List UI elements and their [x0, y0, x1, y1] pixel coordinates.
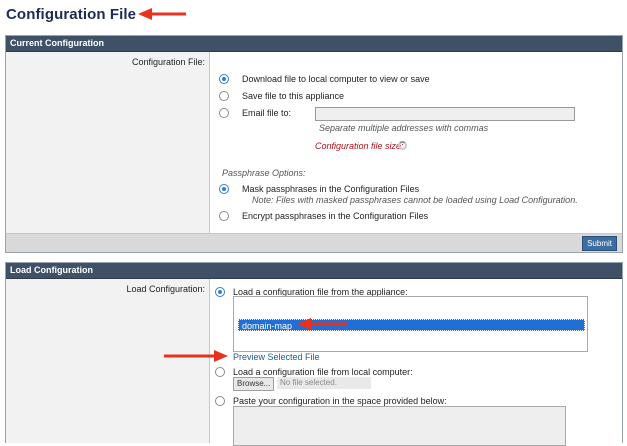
- annotation-arrow-icon: [297, 318, 347, 330]
- mask-passphrases-label[interactable]: Mask passphrases in the Configuration Fi…: [242, 184, 419, 194]
- load-configuration-header: Load Configuration: [6, 263, 622, 279]
- mask-passphrases-note: Note: Files with masked passphrases cann…: [252, 195, 578, 205]
- email-hint: Separate multiple addresses with commas: [319, 123, 489, 133]
- load-configuration-label: Load Configuration:: [126, 284, 205, 294]
- no-file-selected-text: No file selected.: [277, 377, 371, 389]
- loading-spinner-icon: [398, 141, 407, 150]
- load-from-local-label[interactable]: Load a configuration file from local com…: [233, 367, 413, 377]
- configuration-file-label-cell: Configuration File:: [6, 52, 210, 234]
- email-address-input[interactable]: [315, 107, 575, 121]
- load-from-appliance-radio[interactable]: [215, 287, 225, 297]
- file-size-label: Configuration file size:: [315, 141, 404, 151]
- email-file-radio[interactable]: [219, 108, 229, 118]
- load-from-local-radio[interactable]: [215, 367, 225, 377]
- annotation-arrow-icon: [138, 8, 186, 20]
- browse-button[interactable]: Browse...: [233, 377, 275, 391]
- email-file-label[interactable]: Email file to:: [242, 108, 291, 118]
- save-file-radio[interactable]: [219, 91, 229, 101]
- annotation-arrow-icon: [164, 350, 228, 362]
- download-file-label[interactable]: Download file to local computer to view …: [242, 74, 430, 84]
- paste-config-textarea[interactable]: [233, 406, 566, 446]
- file-list-item-selected[interactable]: domain-map: [238, 319, 585, 331]
- page-title: Configuration File: [6, 6, 137, 23]
- current-configuration-panel: Current Configuration Configuration File…: [5, 35, 623, 253]
- configuration-file-label: Configuration File:: [131, 57, 205, 67]
- encrypt-passphrases-radio[interactable]: [219, 211, 229, 221]
- paste-config-label[interactable]: Paste your configuration in the space pr…: [233, 396, 447, 406]
- paste-config-radio[interactable]: [215, 396, 225, 406]
- load-configuration-panel: Load Configuration Load Configuration: L…: [5, 262, 623, 446]
- appliance-file-list[interactable]: domain-map: [233, 296, 588, 352]
- passphrase-options-title: Passphrase Options:: [222, 168, 306, 178]
- mask-passphrases-radio[interactable]: [219, 184, 229, 194]
- submit-button[interactable]: Submit: [582, 236, 617, 251]
- preview-selected-file-link[interactable]: Preview Selected File: [233, 352, 320, 362]
- save-file-label[interactable]: Save file to this appliance: [242, 91, 344, 101]
- download-file-radio[interactable]: [219, 74, 229, 84]
- encrypt-passphrases-label[interactable]: Encrypt passphrases in the Configuration…: [242, 211, 428, 221]
- current-configuration-header: Current Configuration: [6, 36, 622, 52]
- submit-bar: Submit: [6, 233, 622, 252]
